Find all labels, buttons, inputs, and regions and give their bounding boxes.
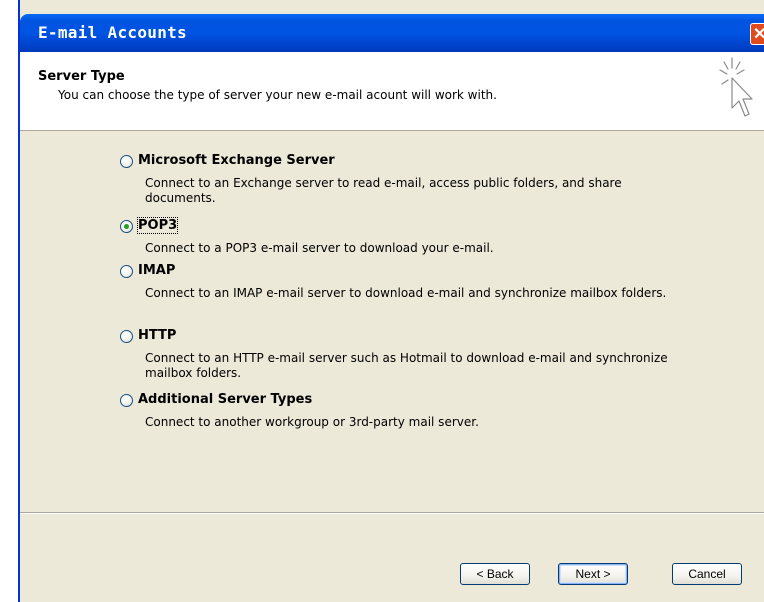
option-description: Connect to an IMAP e-mail server to down…: [145, 286, 667, 300]
window-title: E-mail Accounts: [38, 23, 187, 42]
option-description: Connect to an HTTP e-mail server such as…: [145, 351, 668, 380]
option-description: Connect to a POP3 e-mail server to downl…: [145, 241, 494, 255]
option-description: Connect to another workgroup or 3rd-part…: [145, 415, 479, 429]
title-bar[interactable]: E-mail Accounts ✕: [20, 14, 764, 52]
radio-exchange[interactable]: [120, 155, 133, 168]
footer-divider: [20, 512, 764, 514]
page-subtitle: You can choose the type of server your n…: [58, 88, 497, 102]
cancel-button[interactable]: Cancel: [672, 563, 742, 585]
page-title: Server Type: [38, 69, 125, 84]
email-accounts-dialog: E-mail Accounts ✕ Server Type You can ch…: [18, 0, 764, 602]
back-button[interactable]: < Back: [460, 563, 530, 585]
wizard-cursor-icon: [719, 57, 753, 117]
close-icon: ✕: [753, 26, 764, 43]
radio-imap[interactable]: [120, 265, 133, 278]
wizard-header: Server Type You can choose the type of s…: [20, 52, 764, 131]
option-description: Connect to an Exchange server to read e-…: [145, 176, 622, 205]
radio-pop3[interactable]: [120, 220, 133, 233]
option-label[interactable]: Microsoft Exchange Server: [138, 153, 335, 168]
option-label[interactable]: HTTP: [138, 328, 176, 343]
option-label[interactable]: IMAP: [138, 263, 175, 278]
next-button[interactable]: Next >: [558, 563, 628, 585]
option-label[interactable]: POP3: [136, 217, 179, 234]
radio-http[interactable]: [120, 330, 133, 343]
radio-additional[interactable]: [120, 394, 133, 407]
option-label[interactable]: Additional Server Types: [138, 392, 312, 407]
close-button[interactable]: ✕: [750, 23, 764, 45]
